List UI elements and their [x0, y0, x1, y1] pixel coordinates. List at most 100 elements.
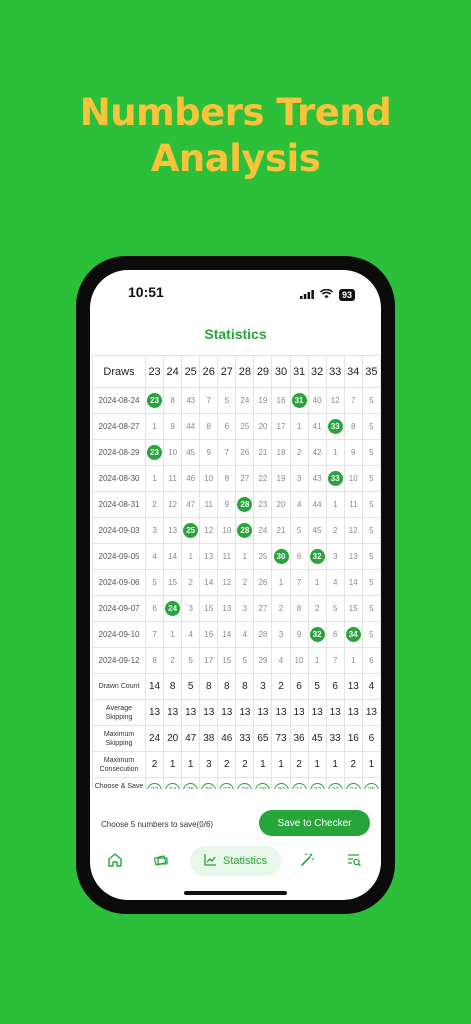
table-cell: 1	[181, 543, 201, 570]
table-cell: 13	[217, 595, 237, 622]
draw-date: 2024-09-07	[92, 595, 147, 622]
pick-number-button[interactable]: 25	[183, 783, 199, 789]
stat-value: 73	[271, 725, 291, 752]
stat-value: 8	[199, 673, 219, 700]
stat-row: Maximum Skipping 24 20 47 38 46 33 65 73 36 45 33 16…	[92, 725, 381, 752]
save-to-checker-button[interactable]: Save to Checker	[259, 810, 370, 836]
drawn-number-ball: 23	[147, 445, 163, 460]
bottom-tab-bar: Statistics	[90, 844, 381, 880]
stat-label: Average Skipping	[92, 699, 147, 726]
table-cell: 4	[325, 569, 345, 596]
table-cell: 11	[217, 543, 237, 570]
draw-date: 2024-09-05	[92, 543, 147, 570]
table-cell: 8	[289, 595, 309, 622]
stat-value: 1	[271, 751, 291, 778]
table-cell: 1	[307, 569, 327, 596]
table-cell: 19	[271, 465, 291, 492]
pick-number-button[interactable]: 33	[327, 783, 343, 789]
pick-number-button[interactable]: 29	[255, 783, 271, 789]
stat-label: Drawn Count	[92, 673, 147, 700]
table-cell: 2	[181, 569, 201, 596]
statistics-table[interactable]: Draws 23 24 25 26 27 28 29 30 31 32 33 34 35 2024-08…	[92, 355, 381, 789]
table-cell: 8	[145, 647, 165, 674]
pick-cell: 27	[217, 777, 237, 789]
table-cell: 10	[199, 465, 219, 492]
stat-value: 38	[199, 725, 219, 752]
pick-number-button[interactable]: 31	[291, 783, 307, 789]
table-cell: 11	[343, 491, 363, 518]
table-cell: 10	[163, 439, 183, 466]
table-cell: 42	[307, 439, 327, 466]
table-cell: 43	[307, 465, 327, 492]
table-row: 2024-08-29 23 10 45 9 7 26 21 18 2 42 1 9 5	[92, 439, 381, 466]
stat-value: 13	[253, 699, 273, 726]
tab-tickets[interactable]	[153, 852, 173, 872]
table-cell: 13	[199, 543, 219, 570]
table-cell: 14	[163, 543, 183, 570]
draws-header: Draws	[92, 355, 147, 388]
pick-number-button[interactable]: 30	[273, 783, 289, 789]
tab-search-results[interactable]	[346, 852, 366, 872]
pick-number-button[interactable]: 28	[237, 783, 253, 789]
drawn-number-ball: 30	[273, 549, 289, 564]
pick-number-button[interactable]: 35	[363, 783, 379, 789]
stat-value: 6	[289, 673, 309, 700]
table-cell: 22	[253, 465, 273, 492]
table-cell: 33	[325, 465, 345, 492]
table-cell: 43	[181, 387, 201, 414]
table-cell: 47	[181, 491, 201, 518]
table-cell: 2	[325, 517, 345, 544]
table-cell: 7	[217, 439, 237, 466]
number-header-32: 32	[307, 355, 327, 388]
stat-row: Average Skipping 13 13 13 13 13 13 13 13 13 13 13 13…	[92, 699, 381, 726]
table-cell: 12	[199, 517, 219, 544]
table-cell: 31	[289, 387, 309, 414]
pick-number-button[interactable]: 24	[165, 783, 181, 789]
choose-label: Choose & Save Ticket	[92, 777, 147, 789]
stat-value: 6	[361, 725, 381, 752]
table-cell: 6	[325, 621, 345, 648]
number-header-25: 25	[181, 355, 201, 388]
pick-number-button[interactable]: 23	[147, 783, 163, 789]
number-header-30: 30	[271, 355, 291, 388]
table-cell: 13	[343, 543, 363, 570]
home-indicator	[184, 891, 287, 895]
table-cell: 1	[325, 491, 345, 518]
pick-number-button[interactable]: 26	[201, 783, 217, 789]
table-row: 2024-08-27 1 9 44 8 6 25 20 17 1 41 33 8 5	[92, 413, 381, 440]
table-cell: 1	[307, 647, 327, 674]
pick-number-button[interactable]: 32	[309, 783, 325, 789]
pick-cell: 32	[307, 777, 327, 789]
stat-value: 13	[343, 673, 363, 700]
table-cell: 45	[181, 439, 201, 466]
pick-number-button[interactable]: 27	[219, 783, 235, 789]
table-cell: 14	[199, 569, 219, 596]
table-cell: 5	[361, 569, 381, 596]
table-cell: 11	[163, 465, 183, 492]
stat-value: 13	[217, 699, 237, 726]
table-cell: 16	[199, 621, 219, 648]
table-cell: 7	[343, 387, 363, 414]
tab-statistics[interactable]: Statistics	[190, 846, 281, 876]
table-cell: 27	[253, 595, 273, 622]
stat-value: 13	[271, 699, 291, 726]
table-cell: 5	[361, 387, 381, 414]
pick-number-button[interactable]: 34	[345, 783, 361, 789]
table-cell: 10	[289, 647, 309, 674]
table-cell: 5	[361, 517, 381, 544]
pick-cell: 31	[289, 777, 309, 789]
tab-generator[interactable]	[299, 852, 319, 872]
table-cell: 4	[181, 621, 201, 648]
table-cell: 5	[289, 517, 309, 544]
number-header-24: 24	[163, 355, 183, 388]
table-cell: 14	[343, 569, 363, 596]
table-cell: 17	[271, 413, 291, 440]
drawn-number-ball: 28	[237, 497, 253, 512]
table-cell: 1	[235, 543, 255, 570]
stat-value: 2	[271, 673, 291, 700]
table-cell: 21	[253, 439, 273, 466]
table-cell: 19	[253, 387, 273, 414]
chart-icon	[204, 853, 217, 869]
tab-home[interactable]	[107, 852, 127, 872]
table-row: 2024-08-30 1 11 46 10 8 27 22 19 3 43 33 10 5	[92, 465, 381, 492]
